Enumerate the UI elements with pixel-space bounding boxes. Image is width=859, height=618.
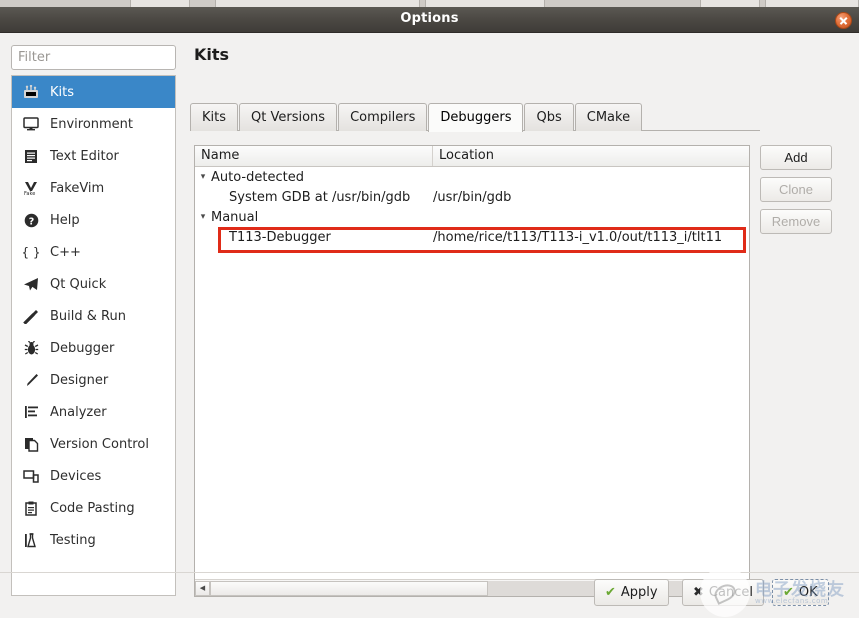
tab-debuggers[interactable]: Debuggers: [428, 103, 524, 132]
device-screen-icon: [20, 466, 42, 486]
tab-kits[interactable]: Kits: [190, 103, 239, 131]
sidebar-item-code-pasting[interactable]: Code Pasting: [12, 492, 175, 524]
sidebar-item-label: Kits: [50, 84, 75, 100]
sidebar-item-qt-quick[interactable]: Qt Quick: [12, 268, 175, 300]
sidebar-item-label: C++: [50, 244, 81, 260]
tab-compilers[interactable]: Compilers: [338, 103, 428, 131]
sidebar-item-debugger[interactable]: Debugger: [12, 332, 175, 364]
sidebar-item-label: Debugger: [50, 340, 115, 356]
sidebar-item-kits[interactable]: Kits: [12, 76, 175, 108]
sidebar-item-fakevim[interactable]: Fake FakeVim: [12, 172, 175, 204]
monitor-icon: [20, 114, 42, 134]
table-header: Name Location: [195, 146, 749, 167]
table-row[interactable]: ▾ Auto-detected: [195, 167, 749, 187]
table-row[interactable]: ▾ Manual: [195, 207, 749, 227]
sidebar-item-testing[interactable]: Testing: [12, 524, 175, 556]
scroll-left-icon[interactable]: ◀: [195, 580, 210, 596]
cross-icon: ✖: [693, 585, 704, 600]
tab-cmake[interactable]: CMake: [574, 103, 643, 131]
cancel-button[interactable]: ✖ Cancel: [682, 579, 764, 606]
check-icon: ✔: [783, 585, 794, 600]
background-window-strip: [0, 0, 859, 7]
sidebar-item-version-control[interactable]: Version Control: [12, 428, 175, 460]
sidebar-item-designer[interactable]: Designer: [12, 364, 175, 396]
sidebar-item-label: Build & Run: [50, 308, 126, 324]
sidebar-item-environment[interactable]: Environment: [12, 108, 175, 140]
bug-icon: [20, 338, 42, 358]
sidebar-item-help[interactable]: ? Help: [12, 204, 175, 236]
expand-twisty-icon[interactable]: ▾: [195, 172, 211, 182]
ok-label: OK: [798, 585, 818, 600]
close-icon[interactable]: [835, 12, 852, 29]
sidebar-item-text-editor[interactable]: Text Editor: [12, 140, 175, 172]
svg-text:{ }: { }: [23, 246, 39, 260]
tab-qt-versions[interactable]: Qt Versions: [239, 103, 338, 131]
sidebar-item-label: Code Pasting: [50, 500, 135, 516]
title-bar: Options: [0, 7, 859, 33]
sidebar-item-label: Devices: [50, 468, 102, 484]
sidebar-item-label: Qt Quick: [50, 276, 107, 292]
expand-twisty-icon[interactable]: ▾: [195, 212, 211, 222]
sidebar-item-devices[interactable]: Devices: [12, 460, 175, 492]
braces-icon: { }: [20, 242, 42, 262]
footer-divider: [0, 572, 859, 573]
tab-qbs[interactable]: Qbs: [524, 103, 574, 131]
table-row[interactable]: System GDB at /usr/bin/gdb/usr/bin/gdb: [195, 187, 749, 207]
sidebar-item-label: Help: [50, 212, 80, 228]
hammer-icon: [20, 306, 42, 326]
sidebar-item-label: Version Control: [50, 436, 149, 452]
bar-list-icon: [20, 402, 42, 422]
tab-bar: Kits Qt Versions Compilers Debuggers Qbs CMak…: [190, 103, 760, 132]
document-lines-icon: [20, 146, 42, 166]
cell-name: T113-Debugger: [229, 229, 331, 245]
column-header-location[interactable]: Location: [433, 146, 749, 166]
cell-location: /home/rice/t113/T113-i_v1.0/out/t113_i/t…: [433, 229, 723, 245]
sidebar-item-label: Environment: [50, 116, 134, 132]
sidebar-item-analyzer[interactable]: Analyzer: [12, 396, 175, 428]
cell-location: /usr/bin/gdb: [433, 189, 512, 205]
svg-text:?: ?: [28, 216, 34, 227]
flask-icon: [20, 530, 42, 550]
sidebar-item-label: Text Editor: [50, 148, 119, 164]
clone-button: Clone: [760, 177, 832, 202]
pencil-icon: [20, 370, 42, 390]
filter-input[interactable]: [11, 45, 176, 70]
copy-pages-icon: [20, 434, 42, 454]
sidebar-item-label: FakeVim: [50, 180, 105, 196]
sidebar: Kits Environment Text Editor Fake FakeVim? He…: [11, 75, 176, 596]
sidebar-item-label: Designer: [50, 372, 109, 388]
table-row[interactable]: T113-Debugger/home/rice/t113/T113-i_v1.0…: [195, 227, 749, 247]
svg-text:Fake: Fake: [24, 191, 35, 196]
sidebar-item-build-run[interactable]: Build & Run: [12, 300, 175, 332]
sidebar-item-label: Testing: [50, 532, 96, 548]
apply-label: Apply: [620, 585, 658, 600]
remove-button: Remove: [760, 209, 832, 234]
cell-name: Manual: [211, 209, 259, 225]
kits-icon: [20, 82, 42, 102]
window-title: Options: [400, 11, 459, 26]
table-body: ▾ Auto-detected System GDB at /usr/bin/gdb…: [195, 167, 749, 578]
fakevim-icon: Fake: [20, 178, 42, 198]
check-icon: ✔: [605, 585, 616, 600]
cell-name: System GDB at /usr/bin/gdb: [229, 189, 411, 205]
debuggers-table: Name Location ▾ Auto-detected System GDB a…: [194, 145, 750, 597]
cancel-label: Cancel: [708, 585, 753, 600]
column-header-name[interactable]: Name: [195, 146, 433, 166]
sidebar-item-label: Analyzer: [50, 404, 107, 420]
ok-button[interactable]: ✔ OK: [772, 579, 829, 606]
paper-plane-icon: [20, 274, 42, 294]
clipboard-icon: [20, 498, 42, 518]
add-button[interactable]: Add: [760, 145, 832, 170]
page-title: Kits: [194, 45, 230, 64]
scrollbar-thumb[interactable]: [210, 580, 488, 596]
question-mark-icon: ?: [20, 210, 42, 230]
apply-button[interactable]: ✔ Apply: [594, 579, 669, 606]
cell-name: Auto-detected: [211, 169, 304, 185]
options-dialog: Kits Environment Text Editor Fake FakeVim? He…: [0, 33, 859, 618]
sidebar-item-c[interactable]: { } C++: [12, 236, 175, 268]
